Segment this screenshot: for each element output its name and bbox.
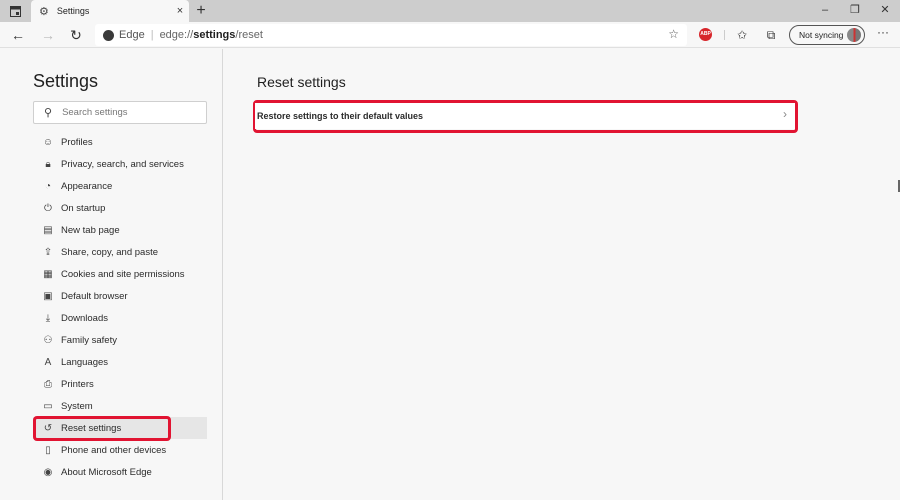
new-tab-icon: ▤ bbox=[43, 224, 53, 236]
sidebar-item-share-copy-and-paste[interactable]: ⇪ Share, copy, and paste bbox=[33, 241, 207, 263]
refresh-button[interactable]: ↻ bbox=[65, 25, 87, 45]
toolbar-divider bbox=[724, 30, 725, 40]
sidebar-item-label: Reset settings bbox=[61, 422, 122, 434]
search-icon: ⚲ bbox=[44, 107, 53, 119]
forward-button[interactable]: → bbox=[37, 25, 59, 45]
sidebar-item-label: Privacy, search, and services bbox=[61, 158, 184, 170]
new-tab-button[interactable]: + bbox=[192, 1, 210, 21]
address-separator: | bbox=[150, 29, 154, 41]
sidebar-item-printers[interactable]: ⎙ Printers bbox=[33, 373, 207, 395]
sidebar-item-family-safety[interactable]: ⚇ Family safety bbox=[33, 329, 207, 351]
sidebar-item-on-startup[interactable]: ⏻ On startup bbox=[33, 197, 207, 219]
sidebar-item-label: Default browser bbox=[61, 290, 128, 302]
page-title: Reset settings bbox=[257, 74, 346, 90]
edge-logo-icon bbox=[103, 29, 114, 41]
collections-icon[interactable]: ⧉ bbox=[761, 26, 781, 44]
sidebar-item-label: Family safety bbox=[61, 334, 117, 346]
search-settings-input[interactable]: ⚲ Search settings bbox=[33, 101, 207, 124]
sidebar-item-about-microsoft-edge[interactable]: ◉ About Microsoft Edge bbox=[33, 461, 207, 483]
phone-icon: ▯ bbox=[45, 444, 51, 456]
restore-defaults-row[interactable]: Restore settings to their default values… bbox=[255, 103, 795, 129]
sidebar-item-label: Share, copy, and paste bbox=[61, 246, 158, 258]
title-bar: ⚙ Settings × + – ❐ ✕ bbox=[0, 0, 900, 22]
address-bar[interactable]: Edge | edge://settings/reset ☆ bbox=[95, 24, 687, 46]
sidebar-item-appearance[interactable]: ◔ Appearance bbox=[33, 175, 207, 197]
restore-defaults-label: Restore settings to their default values bbox=[257, 111, 424, 121]
add-favorite-icon[interactable]: ☆ bbox=[668, 27, 679, 41]
settings-main: Reset settings Restore settings to their… bbox=[224, 49, 900, 500]
settings-sidebar: Settings ⚲ Search settings ☺ Profiles 🔒︎ Pr… bbox=[0, 49, 223, 500]
sidebar-item-default-browser[interactable]: ▣ Default browser bbox=[33, 285, 207, 307]
sidebar-item-reset-settings[interactable]: ↺ Reset settings bbox=[33, 417, 207, 439]
sidebar-item-phone-and-other-devices[interactable]: ▯ Phone and other devices bbox=[33, 439, 207, 461]
tab-settings[interactable]: ⚙ Settings × bbox=[31, 0, 189, 22]
url-suffix: /reset bbox=[235, 29, 263, 41]
sidebar-title: Settings bbox=[33, 71, 99, 91]
sidebar-item-cookies-and-site-permissions[interactable]: ▦ Cookies and site permissions bbox=[33, 263, 207, 285]
sidebar-item-label: Appearance bbox=[61, 180, 113, 192]
sidebar-item-profiles[interactable]: ☺ Profiles bbox=[33, 131, 207, 153]
share-icon: ⇪ bbox=[43, 246, 53, 258]
profile-icon: ☺ bbox=[42, 136, 54, 148]
tab-actions-button[interactable] bbox=[0, 0, 31, 22]
profile-sync-button[interactable]: Not syncing bbox=[789, 25, 865, 45]
sidebar-item-label: About Microsoft Edge bbox=[61, 466, 152, 478]
site-label: Edge bbox=[119, 29, 145, 41]
sidebar-item-downloads[interactable]: ⤓ Downloads bbox=[33, 307, 207, 329]
sidebar-item-label: Downloads bbox=[61, 312, 108, 324]
sidebar-item-label: On startup bbox=[61, 202, 106, 214]
sidebar-item-label: New tab page bbox=[61, 224, 120, 236]
tab-actions-icon bbox=[10, 5, 21, 17]
url-prefix: edge:// bbox=[159, 29, 194, 41]
sidebar-item-label: Languages bbox=[61, 356, 109, 368]
close-tab-button[interactable]: × bbox=[171, 5, 189, 17]
edge-logo-icon: ◉ bbox=[43, 466, 53, 478]
tab-title: Settings bbox=[56, 6, 90, 16]
sidebar-item-languages[interactable]: A Languages bbox=[33, 351, 207, 373]
sidebar-item-label: Cookies and site permissions bbox=[61, 268, 185, 280]
family-icon: ⚇ bbox=[43, 334, 53, 346]
default-browser-icon: ▣ bbox=[43, 290, 53, 302]
adblock-plus-icon[interactable]: ABP bbox=[699, 28, 712, 41]
printer-icon: ⎙ bbox=[44, 378, 52, 390]
sidebar-item-label: Profiles bbox=[61, 136, 93, 148]
sidebar-item-label: System bbox=[61, 400, 93, 412]
sync-status-label: Not syncing bbox=[799, 30, 844, 40]
search-placeholder: Search settings bbox=[62, 107, 128, 118]
cookies-icon: ▦ bbox=[43, 268, 53, 280]
avatar bbox=[847, 28, 861, 42]
sidebar-item-privacy-search-and-services[interactable]: 🔒︎ Privacy, search, and services bbox=[33, 153, 207, 175]
languages-icon: A bbox=[44, 356, 52, 368]
sidebar-item-label: Printers bbox=[61, 378, 94, 390]
sidebar-item-label: Phone and other devices bbox=[61, 444, 167, 456]
palette-icon: ◔ bbox=[44, 180, 52, 192]
gear-icon: ⚙ bbox=[39, 5, 49, 18]
lock-icon: 🔒︎ bbox=[45, 158, 51, 170]
download-icon: ⤓ bbox=[45, 312, 51, 324]
power-icon: ⏻ bbox=[44, 202, 52, 214]
close-window-button[interactable]: ✕ bbox=[870, 0, 900, 22]
more-options-button[interactable]: ··· bbox=[874, 25, 892, 39]
restore-button[interactable]: ❐ bbox=[840, 0, 870, 22]
chevron-right-icon: › bbox=[783, 107, 787, 121]
url-text: edge://settings/reset bbox=[160, 29, 263, 41]
sidebar-item-new-tab-page[interactable]: ▤ New tab page bbox=[33, 219, 207, 241]
laptop-icon: ▭ bbox=[43, 400, 53, 412]
reset-icon: ↺ bbox=[43, 422, 53, 434]
back-button[interactable]: ← bbox=[7, 25, 29, 45]
minimize-button[interactable]: – bbox=[810, 0, 840, 22]
favorites-icon[interactable]: ✩ bbox=[732, 26, 752, 44]
sidebar-item-system[interactable]: ▭ System bbox=[33, 395, 207, 417]
url-path-bold: settings bbox=[193, 29, 236, 41]
browser-toolbar: ← → ↻ Edge | edge://settings/reset ☆ ABP… bbox=[0, 22, 900, 48]
